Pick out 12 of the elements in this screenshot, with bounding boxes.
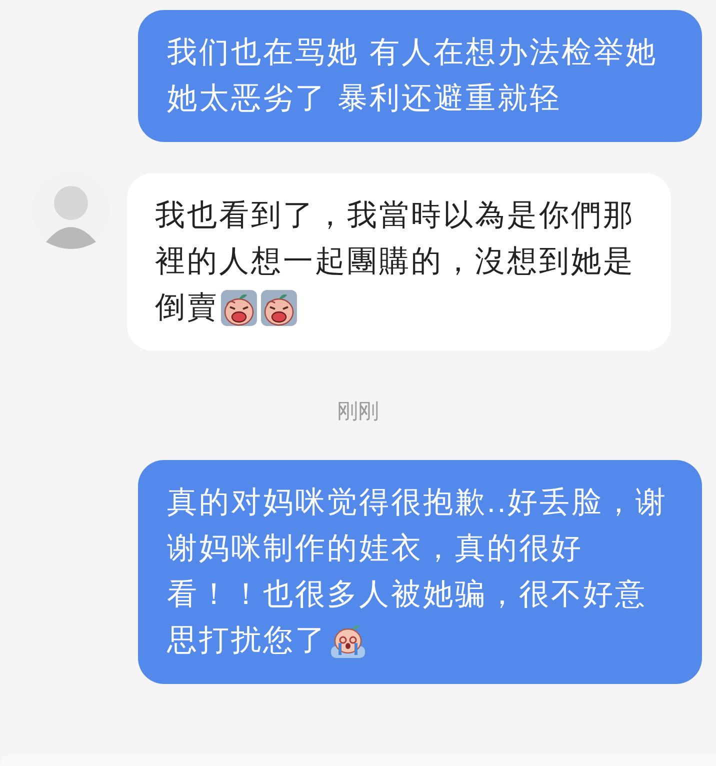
crying-face-sticker-icon <box>260 289 298 327</box>
message-text: 思打扰您了 <box>167 623 327 659</box>
message-text: 谢妈咪制作的娃衣，真的很好 <box>167 531 583 567</box>
message-text: 我也看到了，我當時以為是你們那 <box>155 198 635 234</box>
crying-face-sticker-icon <box>220 289 258 327</box>
message-text: 裡的人想一起團購的，沒想到她是 <box>155 244 635 280</box>
timestamp: 刚刚 <box>337 399 379 425</box>
message-text: 看！！也很多人被她骗，很不好意 <box>167 577 647 613</box>
message-text: 我们也在骂她 有人在想办法检举她 <box>167 35 658 71</box>
message-text: 倒賣 <box>155 290 219 326</box>
message-text: 她太恶劣了 暴利还避重就轻 <box>167 81 562 117</box>
message-text: 真的对妈咪觉得很抱歉..好丢脸，谢 <box>167 485 668 521</box>
